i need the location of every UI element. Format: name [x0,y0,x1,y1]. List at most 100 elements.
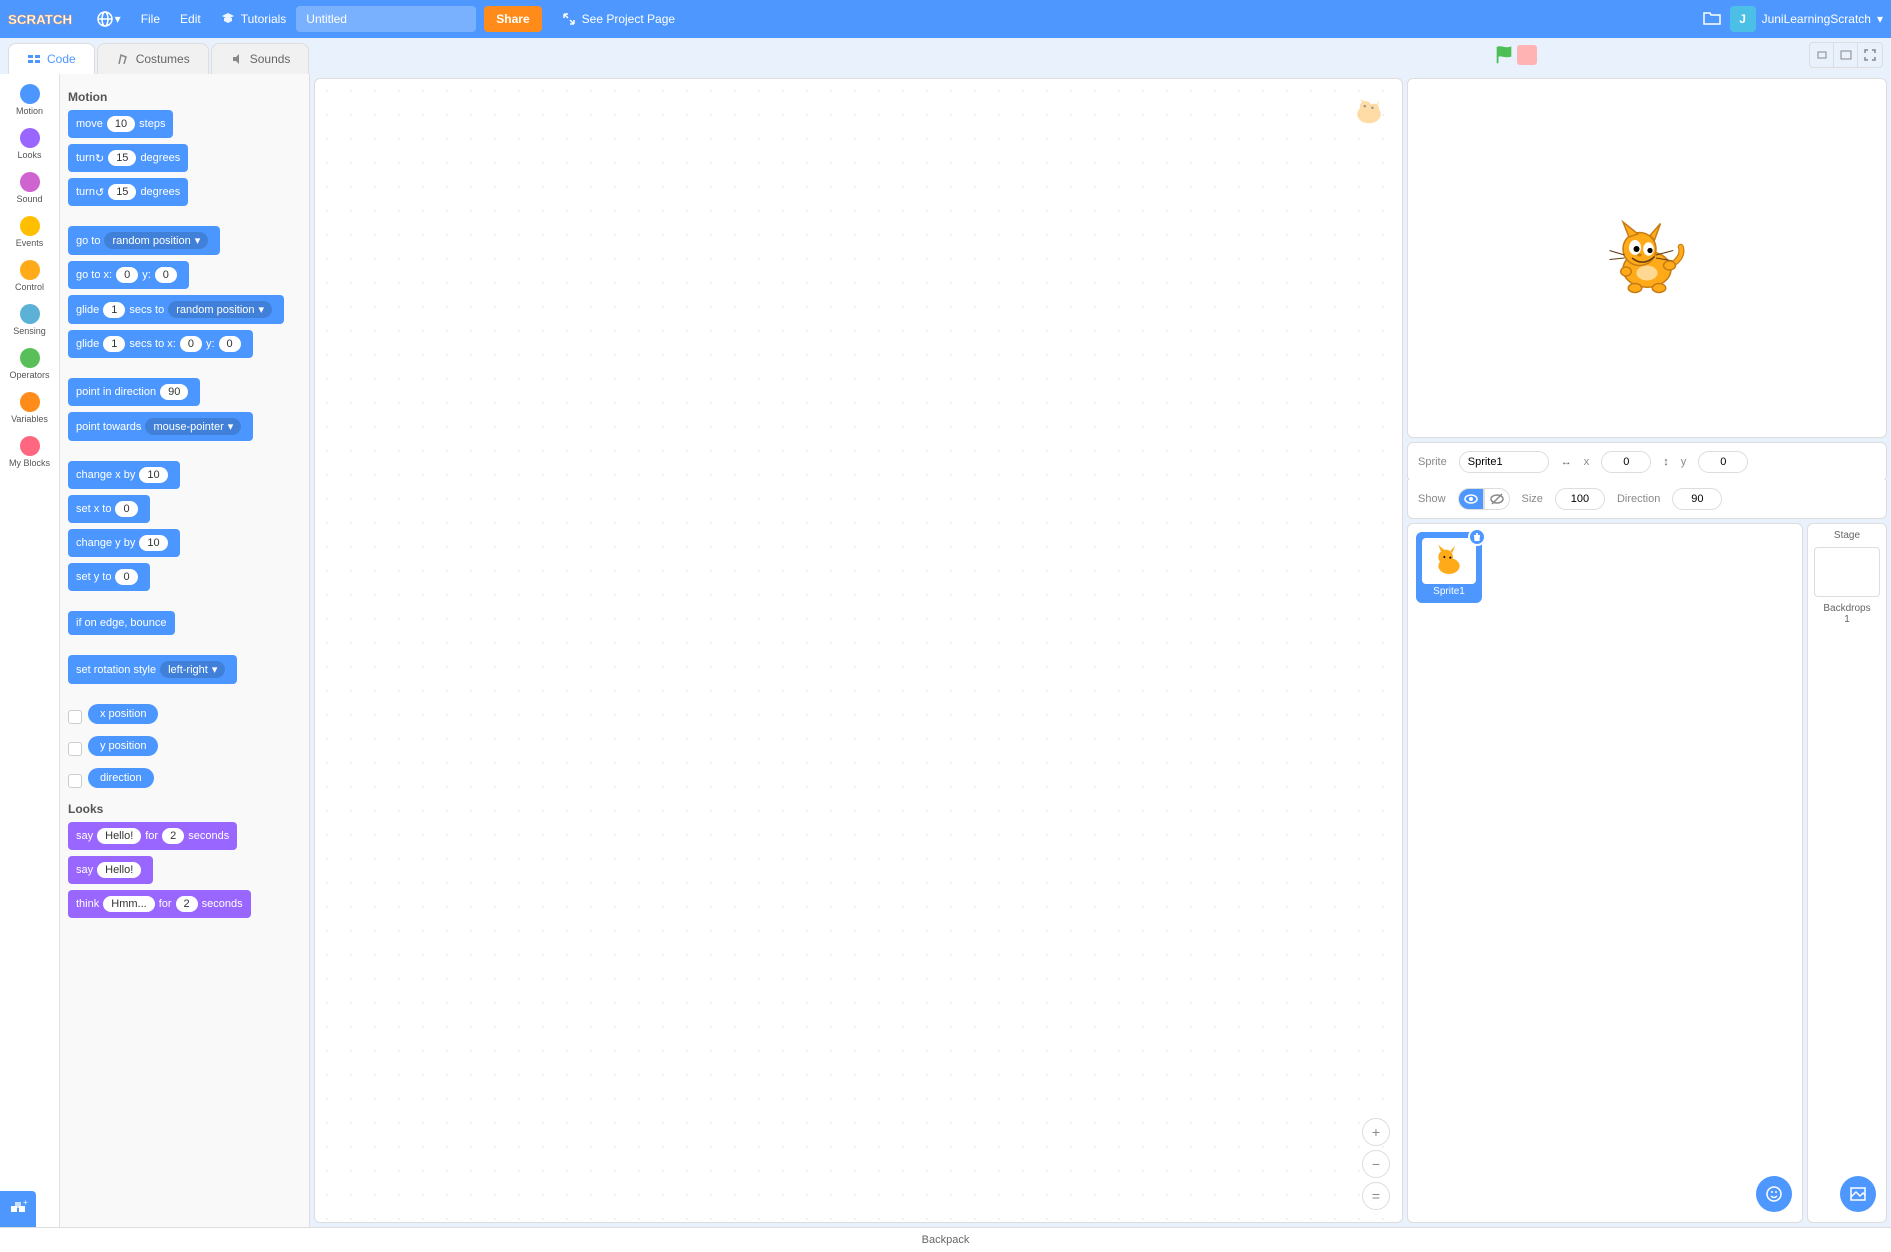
sprite-direction-input[interactable] [1672,488,1722,510]
block-turn-right[interactable]: turn ↻ 15degrees [68,144,188,172]
zoom-reset-button[interactable]: = [1362,1182,1390,1210]
checkbox-x-position[interactable] [68,710,82,724]
tab-costumes[interactable]: Costumes [97,43,209,74]
fullscreen-button[interactable] [1858,43,1882,67]
block-turn-left[interactable]: turn ↺ 15degrees [68,178,188,206]
motion-header: Motion [68,90,301,104]
hide-sprite-button[interactable] [1484,488,1510,510]
category-variables[interactable]: Variables [0,386,59,430]
block-go-to[interactable]: go torandom position▾ [68,226,220,255]
green-flag-button[interactable] [1493,44,1515,66]
add-sprite-button[interactable] [1756,1176,1792,1212]
block-think-for-secs[interactable]: thinkHmm...for2seconds [68,890,251,918]
backdrops-label: Backdrops [1814,603,1880,614]
category-label: Variables [11,414,48,424]
block-if-edge-bounce[interactable]: if on edge, bounce [68,611,175,635]
block-x-position[interactable]: x position [88,704,158,724]
backpack-toggle[interactable]: Backpack [0,1227,1891,1251]
stage[interactable] [1407,78,1887,438]
zoom-in-button[interactable]: + [1362,1118,1390,1146]
show-sprite-button[interactable] [1458,488,1484,510]
stage-selector[interactable]: Stage Backdrops 1 [1807,523,1887,1223]
category-list: Motion Looks Sound Events Control SensingOper… [0,74,60,1227]
block-set-rotation-style[interactable]: set rotation styleleft-right▾ [68,655,237,684]
block-direction[interactable]: direction [88,768,154,788]
category-dot-icon [20,348,40,368]
stage-small-button[interactable] [1810,43,1834,67]
selected-sprite-watermark-icon [1348,91,1390,133]
category-events[interactable]: Events [0,210,59,254]
category-label: Motion [16,106,43,116]
y-label: y [1681,456,1687,468]
edit-menu[interactable]: Edit [170,0,211,38]
sprite-tile-label: Sprite1 [1433,586,1465,597]
category-motion[interactable]: Motion [0,78,59,122]
file-menu[interactable]: File [131,0,170,38]
stage-large-button[interactable] [1834,43,1858,67]
tab-code-label: Code [47,52,76,66]
block-point-direction[interactable]: point in direction90 [68,378,200,406]
see-project-label: See Project Page [582,12,675,26]
block-move-steps[interactable]: move10steps [68,110,173,138]
menubar: SCRATCH ▾ File Edit Tutorials Share See … [0,0,1891,38]
sprite-size-input[interactable] [1555,488,1605,510]
block-point-towards[interactable]: point towardsmouse-pointer▾ [68,412,253,441]
share-button[interactable]: Share [484,6,541,32]
block-y-position[interactable]: y position [88,736,158,756]
user-avatar: J [1730,6,1756,32]
category-label: Control [15,282,44,292]
tutorials-label: Tutorials [241,12,287,26]
category-dot-icon [20,84,40,104]
tab-sounds[interactable]: Sounds [211,43,310,74]
script-workspace[interactable]: + − = [314,78,1403,1223]
category-looks[interactable]: Looks [0,122,59,166]
sprite-x-input[interactable] [1601,451,1651,473]
checkbox-y-position[interactable] [68,742,82,756]
block-say[interactable]: sayHello! [68,856,153,884]
category-dot-icon [20,436,40,456]
account-menu[interactable]: J JuniLearningScratch ▾ [1730,6,1883,32]
category-operators[interactable]: Operators [0,342,59,386]
block-change-x[interactable]: change x by10 [68,461,180,489]
sprite-on-stage[interactable] [1602,213,1692,303]
looks-header: Looks [68,802,301,816]
block-glide-to[interactable]: glide1secs torandom position▾ [68,295,284,324]
scratch-logo[interactable]: SCRATCH [8,7,75,31]
project-title-input[interactable] [296,6,476,32]
category-control[interactable]: Control [0,254,59,298]
stop-button[interactable] [1517,45,1537,65]
block-go-to-xy[interactable]: go to x:0y:0 [68,261,189,289]
stage-size-controls [1809,42,1883,68]
sprite-y-input[interactable] [1698,451,1748,473]
see-project-page-button[interactable]: See Project Page [552,6,685,32]
tab-code[interactable]: Code [8,43,95,74]
add-backdrop-button[interactable] [1840,1176,1876,1212]
sprite-info-panel-row2: Show Size Direction [1407,480,1887,519]
delete-sprite-button[interactable] [1468,528,1486,546]
right-panel: Sprite ↔ x ↕ y Show Size Direction [1407,78,1887,1223]
language-menu[interactable]: ▾ [87,0,131,38]
tutorials-button[interactable]: Tutorials [211,0,297,38]
my-stuff-icon[interactable] [1702,8,1722,31]
zoom-out-button[interactable]: − [1362,1150,1390,1178]
blocks-panel: Motion Looks Sound Events Control SensingOper… [0,74,310,1227]
block-change-y[interactable]: change y by10 [68,529,180,557]
show-label: Show [1418,493,1446,505]
sprite-name-input[interactable] [1459,451,1549,473]
category-my-blocks[interactable]: My Blocks [0,430,59,474]
sprite-list: Sprite1 [1407,523,1803,1223]
category-sound[interactable]: Sound [0,166,59,210]
stage-thumbnail[interactable] [1814,547,1880,597]
sprite-tile-sprite1[interactable]: Sprite1 [1416,532,1482,603]
add-extension-button[interactable]: + [0,1191,36,1227]
block-palette[interactable]: Motion move10steps turn ↻ 15degrees turn… [60,74,309,1227]
category-label: Sound [16,194,42,204]
tab-sounds-label: Sounds [250,52,291,66]
block-say-for-secs[interactable]: sayHello!for2seconds [68,822,237,850]
block-glide-to-xy[interactable]: glide1secs to x:0y:0 [68,330,253,358]
username-label: JuniLearningScratch [1762,12,1871,26]
block-set-y[interactable]: set y to0 [68,563,150,591]
checkbox-direction[interactable] [68,774,82,788]
category-sensing[interactable]: Sensing [0,298,59,342]
block-set-x[interactable]: set x to0 [68,495,150,523]
